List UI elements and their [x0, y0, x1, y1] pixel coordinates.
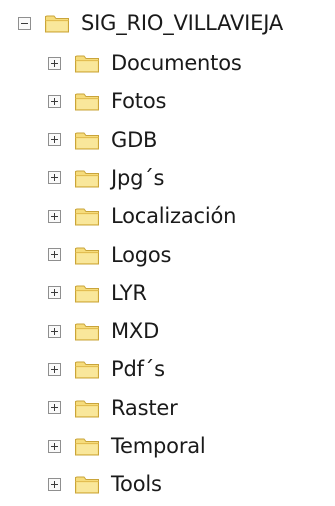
- expand-icon[interactable]: [48, 362, 61, 376]
- folder-label[interactable]: Temporal: [111, 426, 206, 466]
- folder-label[interactable]: Tools: [111, 464, 162, 504]
- tree-node-logos[interactable]: Logos: [48, 235, 172, 275]
- tree-node-fotos[interactable]: Fotos: [48, 81, 166, 121]
- tree-node-lyr[interactable]: LYR: [48, 273, 147, 313]
- expand-icon[interactable]: [48, 248, 61, 261]
- folder-label[interactable]: Pdf´s: [111, 349, 165, 389]
- expand-icon[interactable]: [48, 324, 61, 338]
- folder-label[interactable]: Logos: [111, 235, 172, 275]
- tree-node-gdb[interactable]: GDB: [48, 120, 157, 160]
- tree-node-pdf-s[interactable]: Pdf´s: [48, 349, 165, 389]
- expand-icon[interactable]: [48, 209, 61, 223]
- folder-label[interactable]: Raster: [111, 388, 178, 428]
- expand-icon[interactable]: [48, 94, 61, 108]
- folder-label[interactable]: Jpg´s: [111, 158, 164, 198]
- folder-icon: [75, 285, 99, 303]
- expand-icon[interactable]: [48, 133, 61, 147]
- tree-node-documentos[interactable]: Documentos: [48, 43, 242, 83]
- folder-icon: [75, 55, 99, 73]
- tree-node-temporal[interactable]: Temporal: [48, 426, 206, 466]
- tree-node-mxd[interactable]: MXD: [48, 311, 159, 351]
- folder-icon: [75, 323, 99, 341]
- folder-icon: [75, 361, 99, 379]
- folder-icon: [75, 247, 99, 264]
- collapse-icon[interactable]: [18, 16, 31, 30]
- folder-label[interactable]: GDB: [111, 120, 157, 160]
- tree-node-localizaci-n[interactable]: Localización: [48, 196, 236, 236]
- tree-node-root[interactable]: SIG_RIO_VILLAVIEJA: [18, 3, 283, 43]
- folder-icon: [75, 132, 99, 150]
- expand-icon[interactable]: [48, 477, 61, 491]
- root-label[interactable]: SIG_RIO_VILLAVIEJA: [81, 3, 283, 43]
- folder-icon: [75, 93, 99, 111]
- folder-label[interactable]: LYR: [111, 273, 147, 313]
- expand-icon[interactable]: [48, 286, 61, 300]
- tree-node-tools[interactable]: Tools: [48, 464, 162, 504]
- expand-icon[interactable]: [48, 439, 61, 453]
- tree-node-jpg-s[interactable]: Jpg´s: [48, 158, 164, 198]
- folder-icon: [75, 208, 99, 226]
- expand-icon[interactable]: [48, 171, 61, 185]
- folder-icon: [75, 400, 99, 418]
- folder-label[interactable]: Localización: [111, 196, 236, 236]
- tree-node-raster[interactable]: Raster: [48, 388, 178, 428]
- folder-tree: SIG_RIO_VILLAVIEJA Documentos Fotos GDB Jpg…: [0, 0, 335, 506]
- expand-icon[interactable]: [48, 56, 61, 70]
- folder-icon: [75, 438, 99, 456]
- expand-icon[interactable]: [48, 401, 61, 415]
- folder-label[interactable]: Documentos: [111, 43, 242, 83]
- folder-icon: [45, 15, 69, 33]
- folder-label[interactable]: Fotos: [111, 81, 166, 121]
- folder-icon: [75, 170, 99, 188]
- folder-label[interactable]: MXD: [111, 311, 159, 351]
- folder-icon: [75, 476, 99, 494]
